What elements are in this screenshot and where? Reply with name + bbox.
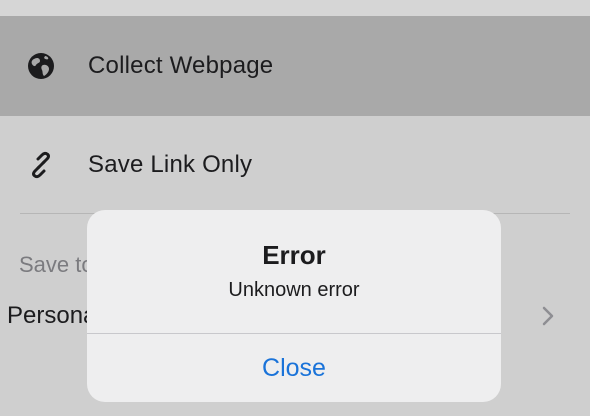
link-icon xyxy=(26,150,56,180)
save-to-section-label: Save to xyxy=(19,252,87,277)
error-alert-dialog: Error Unknown error Close xyxy=(87,210,501,402)
globe-icon xyxy=(26,51,56,81)
close-button[interactable]: Close xyxy=(87,334,501,402)
menu-item-collect-webpage[interactable]: Collect Webpage xyxy=(0,16,590,116)
chevron-right-icon[interactable] xyxy=(541,304,555,328)
menu-item-save-link-only[interactable]: Save Link Only xyxy=(0,116,590,214)
folder-selector-label[interactable]: Personal xyxy=(7,302,87,330)
alert-title: Error xyxy=(262,240,326,270)
top-edge xyxy=(0,0,590,16)
menu-item-label: Collect Webpage xyxy=(88,52,274,79)
menu-item-label: Save Link Only xyxy=(88,151,253,178)
alert-message: Unknown error xyxy=(228,279,360,301)
